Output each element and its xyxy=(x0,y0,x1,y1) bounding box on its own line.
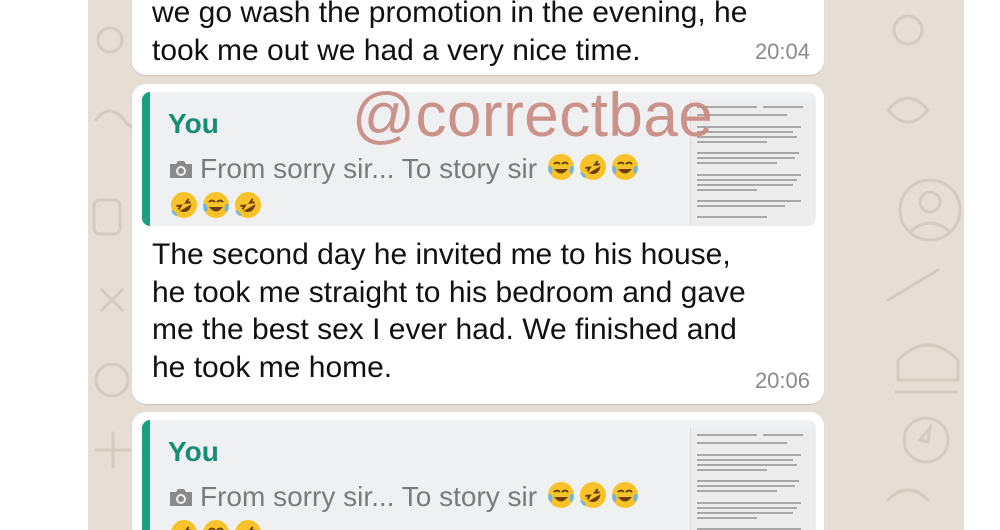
quote-text: From sorry sir... To story sir xyxy=(200,481,538,512)
rolling-laughing-emoji-icon xyxy=(235,192,261,218)
message-bubble[interactable]: we go wash the promotion in the evening,… xyxy=(132,0,824,75)
tears-of-joy-emoji-icon xyxy=(203,520,229,530)
rolling-laughing-emoji-icon xyxy=(579,482,606,508)
quote-text-line: From sorry sir... To story sir xyxy=(168,150,668,226)
message-text: The second day he invited me to his hous… xyxy=(152,238,746,384)
message-bubble[interactable]: You From sorry sir... To story sir xyxy=(132,412,824,530)
quote-author: You xyxy=(168,436,219,467)
left-margin xyxy=(0,0,88,530)
tears-of-joy-emoji-icon xyxy=(547,154,574,180)
rolling-laughing-emoji-icon xyxy=(235,520,261,530)
quote-bar xyxy=(142,92,150,226)
quote-text-line: From sorry sir... To story sir xyxy=(168,478,668,530)
quoted-message[interactable]: You From sorry sir... To story sir xyxy=(142,420,816,530)
tears-of-joy-emoji-icon xyxy=(547,482,574,508)
message-time: 20:06 xyxy=(754,368,810,393)
quote-bar xyxy=(142,420,150,530)
camera-icon xyxy=(170,161,192,178)
rolling-laughing-emoji-icon xyxy=(171,520,197,530)
message-time: 20:04 xyxy=(754,39,810,64)
quote-thumbnail-image xyxy=(690,428,815,530)
message-text: we go wash the promotion in the evening,… xyxy=(152,0,748,67)
tears-of-joy-emoji-icon xyxy=(611,154,638,180)
quote-text: From sorry sir... To story sir xyxy=(200,153,538,184)
quote-author: You xyxy=(168,108,219,139)
rolling-laughing-emoji-icon xyxy=(579,154,606,180)
tears-of-joy-emoji-icon xyxy=(611,482,638,508)
camera-icon xyxy=(170,489,192,506)
watermark-text: @correctbae xyxy=(352,81,714,150)
tears-of-joy-emoji-icon xyxy=(203,192,229,218)
right-margin xyxy=(964,0,1000,530)
chat-area[interactable]: we go wash the promotion in the evening,… xyxy=(88,0,964,530)
rolling-laughing-emoji-icon xyxy=(171,192,197,218)
